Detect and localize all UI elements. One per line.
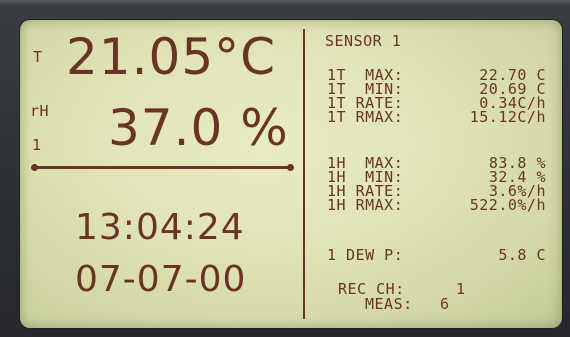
- dew-point-value: 5.8 C: [498, 246, 546, 264]
- clock-time: 13:04:24: [75, 207, 245, 248]
- lcd-screen: T 21.05°C rH 37.0 % 1 13:04:24 07-07-00 …: [20, 20, 562, 328]
- hum-stat-row: 1H RMAX: 522.0%/h: [327, 198, 546, 213]
- temp-stat-row: 1T RMAX: 15.12C/h: [327, 110, 546, 125]
- rec-ch-value: 1: [456, 280, 466, 298]
- temp-stat-label: 1T RMAX:: [327, 108, 404, 126]
- bezel-highlight: [0, 0, 570, 6]
- meas-value: 6: [440, 295, 450, 313]
- temperature-label: T: [33, 48, 43, 66]
- hum-stat-label: 1H RMAX:: [327, 196, 404, 214]
- dew-point-label: 1 DEW P:: [327, 246, 404, 264]
- separator-line: [34, 166, 292, 169]
- device-frame: T 21.05°C rH 37.0 % 1 13:04:24 07-07-00 …: [0, 0, 570, 337]
- hum-stat-value: 522.0%/h: [469, 196, 546, 214]
- panel-divider: [303, 29, 305, 319]
- temperature-value: 21.05°C: [66, 28, 277, 86]
- humidity-label: rH: [30, 102, 50, 120]
- clock-date: 07-07-00: [75, 259, 247, 300]
- separator-dot-left: [31, 164, 38, 171]
- humidity-value: 37.0 %: [108, 99, 289, 157]
- temp-stat-value: 15.12C/h: [469, 108, 546, 126]
- meas-label: MEAS:: [365, 295, 413, 313]
- dew-point-row: 1 DEW P: 5.8 C: [327, 248, 546, 263]
- channel-number: 1: [32, 136, 42, 154]
- separator-dot-right: [287, 164, 294, 171]
- sensor-title: SENSOR 1: [325, 32, 402, 50]
